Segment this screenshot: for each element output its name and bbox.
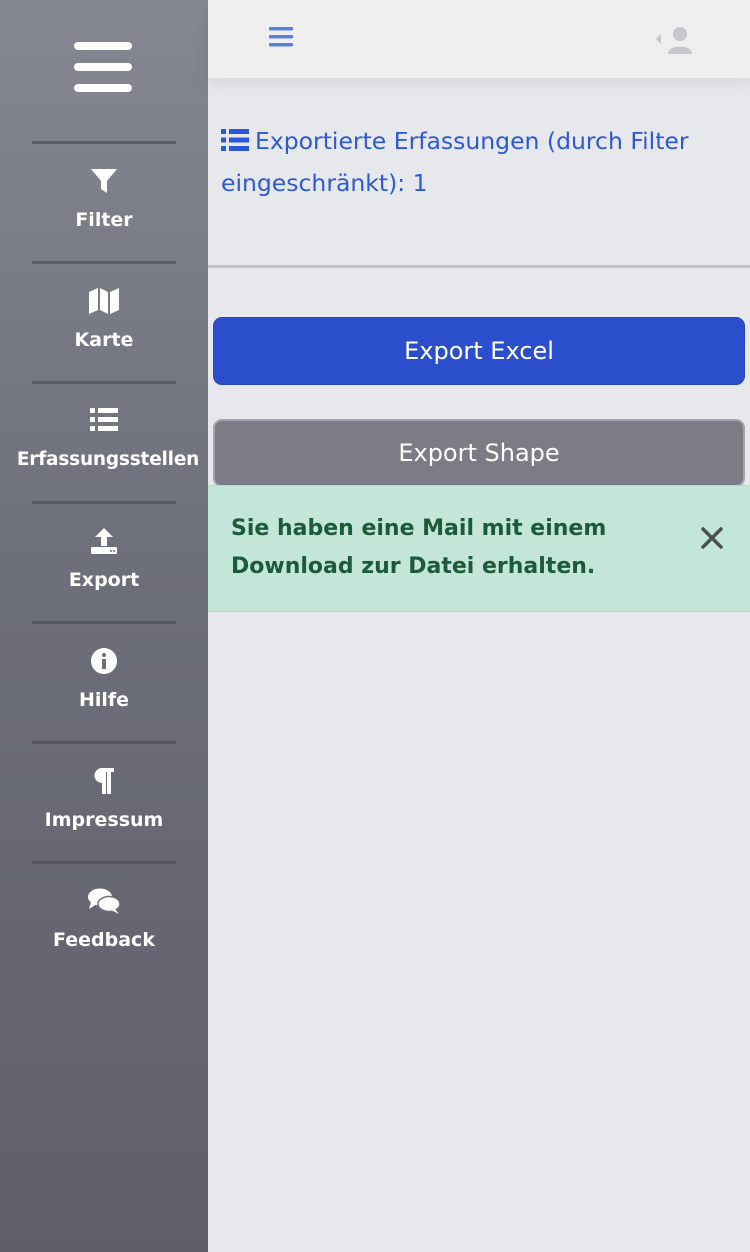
menu-bar [74,42,132,50]
export-shape-button[interactable]: Export Shape [213,419,745,487]
sidebar-item-label: Feedback [53,929,155,951]
bars-icon[interactable] [269,26,293,52]
section-divider [208,265,750,268]
paragraph-icon [0,767,208,797]
user-icon[interactable] [654,24,694,60]
sidebar-item-karte[interactable]: Karte [0,261,208,381]
info-icon [0,647,208,677]
sidebar-item-label: Filter [75,209,133,231]
sidebar-item-filter[interactable]: Filter [0,141,208,261]
sidebar-item-feedback[interactable]: Feedback [0,861,208,981]
list-icon [221,125,249,164]
sidebar-item-erfassungsstellen[interactable]: Erfassungsstellen [0,381,208,501]
map-icon [0,287,208,317]
export-heading-text: Exportierte Erfassungen (durch Filter ei… [221,127,689,197]
list-icon [0,407,208,437]
sidebar-item-hilfe[interactable]: Hilfe [0,621,208,741]
top-bar [208,0,750,78]
sidebar-item-label: Karte [74,329,134,351]
sidebar: Filter Karte Erfassungsstellen Export Hi… [0,0,208,1252]
filter-icon [0,167,208,197]
sidebar-item-label: Export [68,569,140,591]
export-heading: Exportierte Erfassungen (durch Filter ei… [221,122,721,203]
sidebar-item-label: Hilfe [78,689,130,711]
sidebar-item-export[interactable]: Export [0,501,208,621]
comments-icon [0,887,208,917]
export-excel-button[interactable]: Export Excel [213,317,745,385]
menu-bar [74,63,132,71]
upload-icon [0,527,208,557]
menu-bar [74,84,132,92]
success-alert: Sie haben eine Mail mit einem Download z… [208,485,750,612]
close-icon[interactable] [700,526,724,554]
sidebar-menu-toggle-icon[interactable] [74,42,132,94]
sidebar-item-impressum[interactable]: Impressum [0,741,208,861]
sidebar-item-label: Impressum [44,809,164,831]
alert-message: Sie haben eine Mail mit einem Download z… [231,516,607,579]
sidebar-item-label: Erfassungsstellen [16,449,200,470]
